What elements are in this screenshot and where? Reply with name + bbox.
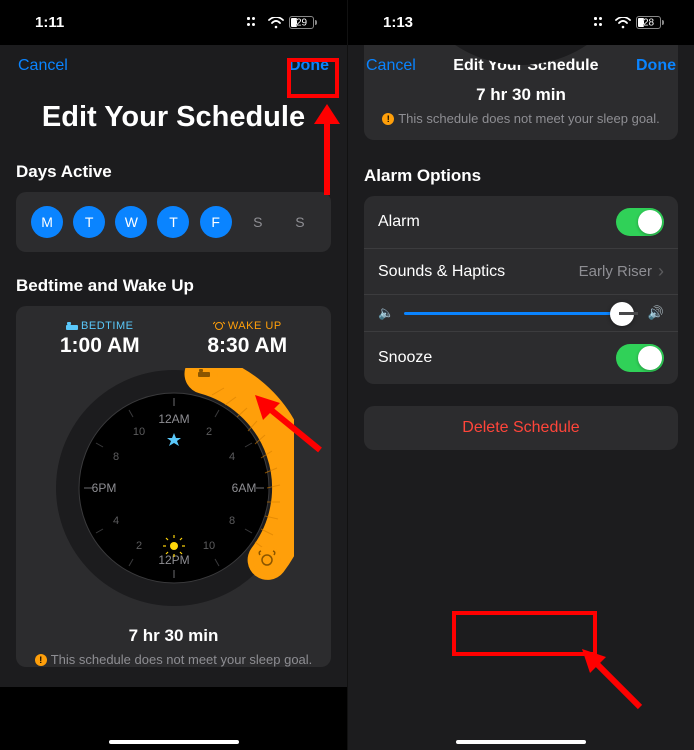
day-button-3[interactable]: T <box>157 206 189 238</box>
screen-left: 1:11 29 Cancel Done Edit Your Schedule D… <box>0 0 347 750</box>
battery-icon: 29 <box>289 16 317 29</box>
alarm-label: Alarm <box>378 213 420 231</box>
clock-card: BEDTIME 1:00 AM WAKE UP 8:30 AM <box>16 306 331 667</box>
status-icons: 29 <box>247 16 317 29</box>
wifi-icon <box>268 17 284 29</box>
signal-icon <box>594 17 610 29</box>
duration-text: 7 hr 30 min <box>26 626 321 646</box>
page-title: Edit Your Schedule <box>16 87 331 162</box>
day-button-6[interactable]: S <box>284 206 316 238</box>
chevron-right-icon: › <box>658 261 664 282</box>
status-time: 1:13 <box>383 14 413 31</box>
day-button-2[interactable]: W <box>115 206 147 238</box>
svg-text:6PM: 6PM <box>91 481 116 495</box>
home-indicator[interactable] <box>456 740 586 744</box>
bedtime-value: 1:00 AM <box>60 334 140 358</box>
sleep-clock[interactable]: 12AM 6AM 12PM 6PM 2 4 8 10 2 4 8 10 <box>54 368 294 608</box>
screen-right: 1:13 28 Cancel Edit Your Schedule Done <box>347 0 694 750</box>
svg-text:12AM: 12AM <box>158 412 189 426</box>
svg-text:2: 2 <box>205 426 211 438</box>
done-button[interactable]: Done <box>636 57 676 75</box>
warning-text: ! This schedule does not meet your sleep… <box>26 652 321 667</box>
alarm-options-group: Alarm Sounds & Haptics Early Riser › 🔈 🔊 <box>364 196 678 384</box>
cancel-button[interactable]: Cancel <box>18 57 68 75</box>
day-button-4[interactable]: F <box>200 206 232 238</box>
snooze-label: Snooze <box>378 349 432 367</box>
duration-text: 7 hr 30 min <box>374 85 668 105</box>
bedtime-section-label: Bedtime and Wake Up <box>16 276 331 296</box>
alarm-icon <box>213 321 225 331</box>
days-active-label: Days Active <box>16 162 331 182</box>
svg-text:4: 4 <box>228 451 234 463</box>
status-bar: 1:11 29 <box>0 0 347 45</box>
wakeup-value: 8:30 AM <box>207 334 287 358</box>
days-row: MTWTFSS <box>16 192 331 252</box>
snooze-row: Snooze <box>364 332 678 384</box>
battery-icon: 28 <box>636 16 664 29</box>
svg-text:2: 2 <box>135 540 141 552</box>
alarm-row: Alarm <box>364 196 678 249</box>
svg-text:10: 10 <box>202 540 214 552</box>
status-time: 1:11 <box>35 14 64 31</box>
warning-icon: ! <box>382 113 394 125</box>
wakeup-label: WAKE UP <box>207 320 287 332</box>
delete-schedule-button[interactable]: Delete Schedule <box>364 406 678 450</box>
status-icons: 28 <box>594 16 664 29</box>
svg-text:8: 8 <box>228 515 234 527</box>
sounds-row[interactable]: Sounds & Haptics Early Riser › <box>364 249 678 295</box>
done-button[interactable]: Done <box>289 57 329 75</box>
warning-text: ! This schedule does not meet your sleep… <box>374 111 668 140</box>
day-button-5[interactable]: S <box>242 206 274 238</box>
volume-slider[interactable] <box>404 312 638 315</box>
alarm-options-label: Alarm Options <box>364 166 678 186</box>
sounds-label: Sounds & Haptics <box>378 263 505 281</box>
snooze-toggle[interactable] <box>616 344 664 372</box>
svg-text:8: 8 <box>112 451 118 463</box>
volume-high-icon: 🔊 <box>648 305 664 321</box>
bed-icon <box>66 321 78 331</box>
svg-text:10: 10 <box>132 426 144 438</box>
volume-low-icon: 🔈 <box>378 305 394 321</box>
home-indicator[interactable] <box>109 740 239 744</box>
volume-row: 🔈 🔊 <box>364 295 678 332</box>
bedtime-label: BEDTIME <box>60 320 140 332</box>
svg-text:6AM: 6AM <box>231 481 256 495</box>
alarm-toggle[interactable] <box>616 208 664 236</box>
svg-text:4: 4 <box>112 515 118 527</box>
sounds-value: Early Riser <box>579 263 652 280</box>
wifi-icon <box>615 17 631 29</box>
sleep-clock[interactable]: 12AM 6AM 12PM 6PM 2 4 8 10 2 4 8 10 <box>401 45 641 67</box>
content: Cancel Done Edit Your Schedule Days Acti… <box>0 45 347 687</box>
warning-icon: ! <box>35 654 47 666</box>
signal-icon <box>247 17 263 29</box>
day-button-0[interactable]: M <box>31 206 63 238</box>
status-bar: 1:13 28 <box>348 0 694 45</box>
day-button-1[interactable]: T <box>73 206 105 238</box>
